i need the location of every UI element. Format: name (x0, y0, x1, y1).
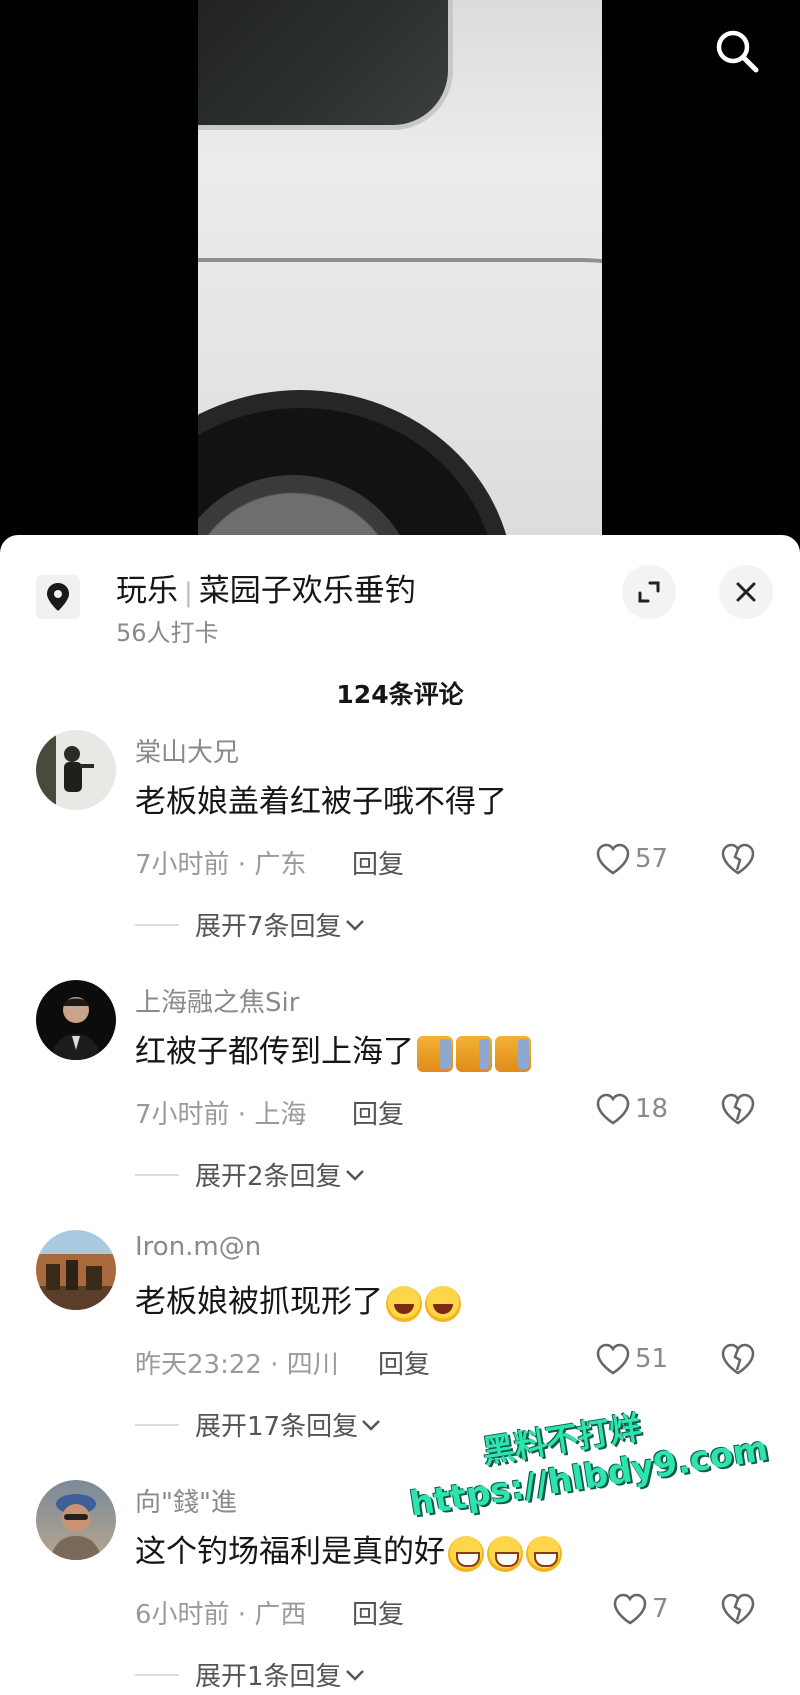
avatar[interactable] (36, 1230, 116, 1310)
cat-emoji (417, 1035, 453, 1072)
broken-heart-icon (721, 1343, 755, 1375)
expand-icon (638, 581, 660, 603)
like-button[interactable]: 51 (595, 1342, 668, 1376)
username[interactable]: 棠山大兄 (135, 732, 239, 769)
expand-sheet-button[interactable] (622, 565, 676, 619)
username[interactable]: 上海融之焦Sir (135, 982, 299, 1019)
username[interactable]: Iron.m@n (135, 1232, 261, 1262)
sweat-smile-emoji (487, 1535, 523, 1572)
expand-replies-button[interactable]: 展开17条回复 (135, 1406, 384, 1443)
cat-emoji (456, 1035, 492, 1072)
avatar[interactable] (36, 1480, 116, 1560)
location-name: 菜园子欢乐垂钓 (198, 573, 416, 609)
comment-text: 这个钓场福利是真的好 (135, 1526, 562, 1572)
location-title[interactable]: 玩乐 | 菜园子欢乐垂钓 (116, 565, 416, 610)
like-count: 57 (635, 844, 669, 874)
expand-replies-label: 展开7条回复 (195, 912, 342, 942)
search-icon[interactable] (712, 26, 762, 76)
comment-item: 向"錢"進 这个钓场福利是真的好 6小时前 · 广西 回复 7 展开1条回复 (0, 1480, 800, 1695)
username[interactable]: 向"錢"進 (135, 1482, 237, 1519)
expand-replies-button[interactable]: 展开7条回复 (135, 906, 368, 943)
reply-button[interactable]: 回复 (352, 1094, 404, 1131)
comment-meta: 7小时前 · 上海 (135, 1100, 307, 1130)
cat-emoji (495, 1035, 531, 1072)
dislike-button[interactable] (720, 1592, 756, 1630)
comments-sheet: 玩乐 | 菜园子欢乐垂钓 56人打卡 124条评论 棠山大兄 老板娘盖着红被子哦不得… (0, 535, 800, 1695)
broken-heart-icon (721, 843, 755, 875)
heart-icon (596, 1093, 630, 1125)
like-button[interactable]: 57 (595, 842, 668, 876)
comment-meta: 6小时前 · 广西 (135, 1600, 307, 1630)
chevron-down-icon (345, 919, 364, 931)
video-frame-car (198, 0, 602, 540)
comment-meta: 昨天23:22 · 四川 (135, 1350, 339, 1380)
close-button[interactable] (719, 565, 773, 619)
video-player[interactable] (0, 0, 800, 540)
dislike-button[interactable] (720, 842, 756, 880)
reply-button[interactable]: 回复 (352, 1594, 404, 1631)
comment-text: 老板娘被抓现形了 (135, 1276, 461, 1322)
like-count: 18 (635, 1094, 669, 1124)
expand-replies-button[interactable]: 展开1条回复 (135, 1656, 368, 1693)
location-category: 玩乐 (116, 573, 178, 609)
location-checkins: 56人打卡 (116, 619, 219, 647)
broken-heart-icon (721, 1093, 755, 1125)
dislike-button[interactable] (720, 1342, 756, 1380)
close-icon (736, 582, 756, 602)
location-pin-icon[interactable] (36, 575, 80, 619)
like-count: 51 (635, 1344, 669, 1374)
comment-text-body: 老板娘被抓现形了 (135, 1284, 383, 1320)
chevron-down-icon (362, 1419, 380, 1431)
comment-item: 上海融之焦Sir 红被子都传到上海了 7小时前 · 上海 回复 18 展开2条回… (0, 980, 800, 1230)
reply-button[interactable]: 回复 (352, 844, 404, 881)
laughing-emoji (425, 1285, 461, 1322)
sweat-smile-emoji (526, 1535, 562, 1572)
comment-meta: 7小时前 · 广东 (135, 850, 307, 880)
heart-icon (596, 1343, 630, 1375)
expand-replies-label: 展开1条回复 (195, 1662, 342, 1692)
chevron-down-icon (345, 1169, 364, 1181)
comment-text: 红被子都传到上海了 (135, 1026, 531, 1072)
like-button[interactable]: 18 (595, 1092, 668, 1126)
avatar[interactable] (36, 730, 116, 810)
heart-icon (613, 1593, 647, 1625)
comment-text: 老板娘盖着红被子哦不得了 (135, 784, 507, 820)
heart-icon (596, 843, 630, 875)
laughing-emoji (386, 1285, 422, 1322)
expand-replies-button[interactable]: 展开2条回复 (135, 1156, 368, 1193)
avatar[interactable] (36, 980, 116, 1060)
expand-replies-label: 展开2条回复 (195, 1162, 342, 1192)
sweat-smile-emoji (448, 1535, 484, 1572)
comment-text-body: 这个钓场福利是真的好 (135, 1534, 445, 1570)
comment-count: 124条评论 (336, 680, 464, 709)
divider: | (184, 578, 193, 608)
reply-button[interactable]: 回复 (378, 1344, 430, 1381)
broken-heart-icon (721, 1593, 755, 1625)
expand-replies-label: 展开17条回复 (195, 1412, 359, 1442)
comment-item: 棠山大兄 老板娘盖着红被子哦不得了 7小时前 · 广东 回复 57 展开7条回复 (0, 730, 800, 980)
comment-text-body: 红被子都传到上海了 (135, 1034, 414, 1070)
dislike-button[interactable] (720, 1092, 756, 1130)
chevron-down-icon (345, 1669, 364, 1681)
like-button[interactable]: 7 (612, 1592, 669, 1626)
like-count: 7 (652, 1594, 669, 1624)
